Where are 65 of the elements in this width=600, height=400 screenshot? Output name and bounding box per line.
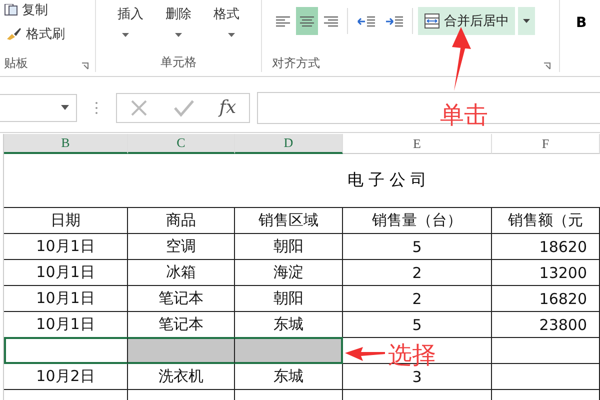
column-header[interactable]: C — [128, 134, 235, 154]
table-cell: 10月1日 — [4, 260, 128, 286]
annotation-arrow — [345, 347, 385, 361]
annotation-arrow — [450, 27, 472, 93]
table-header-cell: 日期 — [4, 208, 128, 234]
sheet-title: 电 子 公 司 — [347, 170, 427, 191]
table-cell: 5 — [343, 234, 492, 260]
table-cell: 海淀 — [235, 260, 343, 286]
paintbrush-icon — [6, 27, 22, 41]
insert-function-button[interactable]: fx — [219, 97, 236, 118]
merge-center-button[interactable]: 合并后居中 — [418, 7, 515, 35]
checkmark-icon[interactable] — [174, 98, 194, 116]
table-header-cell: 商品 — [128, 208, 235, 234]
dialog-launcher-icon[interactable] — [81, 62, 89, 70]
ribbon-button-label[interactable]: 复制 — [22, 1, 48, 19]
align-button[interactable] — [296, 7, 318, 35]
table-cell: 13200 — [492, 260, 600, 286]
group-label: 单元格 — [160, 54, 196, 71]
table-cell: 10月2日 — [4, 364, 128, 390]
align-icon — [300, 16, 314, 26]
copy-icon — [4, 4, 18, 16]
table-cell: 朝阳 — [235, 234, 343, 260]
align-icon — [276, 16, 290, 26]
group-label: 对齐方式 — [272, 54, 320, 72]
drag-handle-icon[interactable] — [95, 100, 98, 114]
merge-cells-icon — [424, 13, 440, 29]
table-cell: 10月1日 — [4, 312, 128, 338]
column-header[interactable]: E — [343, 134, 492, 154]
ribbon-button[interactable]: 插入 — [114, 5, 148, 23]
table-cell: 5 — [343, 312, 492, 338]
table-cell: 10月1日 — [4, 286, 128, 312]
table-cell: 朝阳 — [235, 286, 343, 312]
table-header-cell: 销售量（台） — [343, 208, 492, 234]
caret-icon — [228, 33, 235, 37]
table-cell: 东城 — [235, 364, 343, 390]
annotation-label: 单击 — [440, 100, 488, 131]
table-cell: 2 — [343, 260, 492, 286]
table-cell: 18620 — [492, 234, 600, 260]
dialog-launcher-icon[interactable] — [543, 62, 551, 70]
ribbon-button-label[interactable]: 格式刷 — [26, 25, 65, 43]
column-header[interactable]: B — [4, 134, 128, 154]
decrease-indent-icon — [357, 16, 375, 26]
caret-icon — [61, 105, 69, 110]
column-header[interactable]: D — [235, 134, 343, 154]
table-cell: 洗衣机 — [128, 364, 235, 390]
increase-indent-icon — [385, 16, 403, 26]
table-cell: 16820 — [492, 286, 600, 312]
table-cell: 空调 — [128, 234, 235, 260]
table-cell: 23800 — [492, 312, 600, 338]
caret-icon — [175, 33, 182, 37]
table-header-cell: 销售额（元 — [492, 208, 600, 234]
table-cell: 2 — [343, 286, 492, 312]
align-icon — [324, 16, 338, 26]
bold-button[interactable]: B — [572, 15, 591, 31]
table-cell: 笔记本 — [128, 286, 235, 312]
group-label: 贴板 — [4, 54, 28, 72]
table-cell: 10月1日 — [4, 234, 128, 260]
column-header[interactable]: F — [492, 134, 600, 154]
caret-icon — [122, 33, 129, 37]
caret-icon — [523, 19, 530, 23]
table-cell: 冰箱 — [128, 260, 235, 286]
ribbon-button[interactable]: 格式 — [210, 5, 244, 23]
table-header-cell: 销售区域 — [235, 208, 343, 234]
ribbon-button[interactable]: 删除 — [162, 5, 196, 23]
dropdown-button[interactable] — [517, 7, 535, 35]
